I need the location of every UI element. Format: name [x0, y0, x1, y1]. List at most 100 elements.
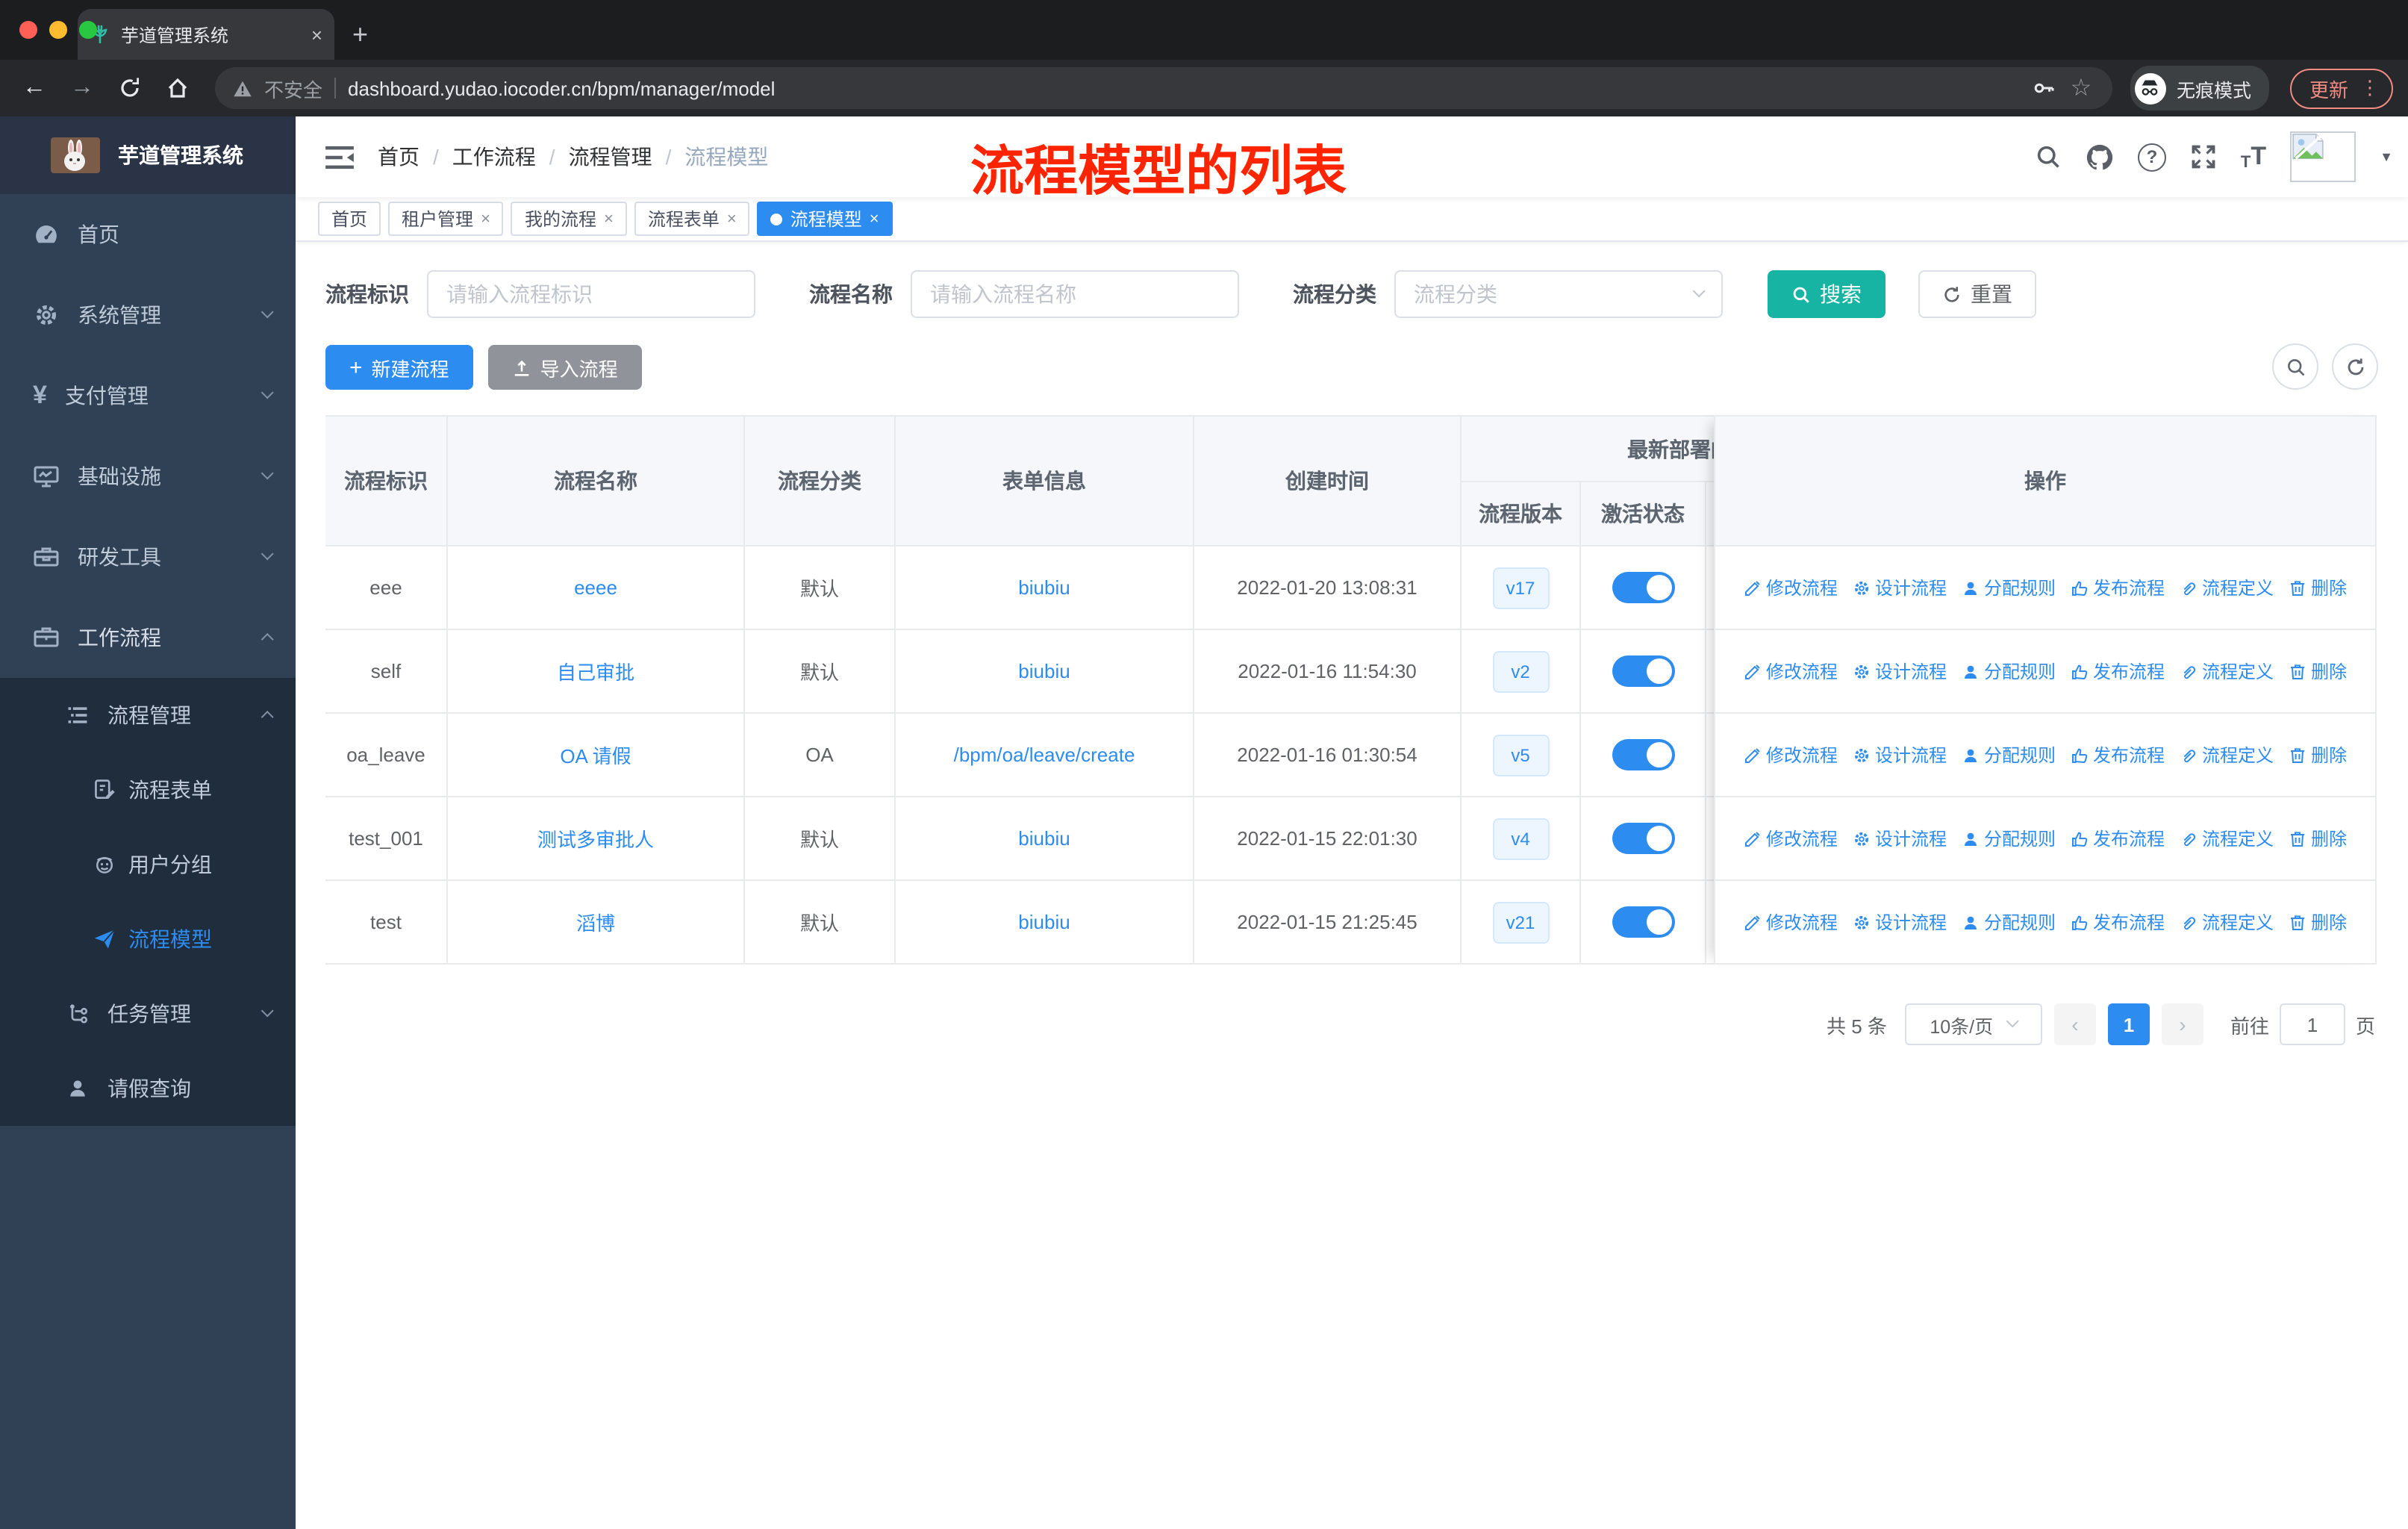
sidebar-item-process-form[interactable]: 流程表单: [0, 753, 296, 827]
form-info-link[interactable]: /bpm/oa/leave/create: [954, 744, 1135, 766]
design-process-link[interactable]: 设计流程: [1853, 826, 1947, 851]
tag-process-model-active[interactable]: 流程模型 ×: [757, 202, 893, 236]
process-definition-link[interactable]: 流程定义: [2180, 742, 2274, 767]
active-toggle[interactable]: [1612, 655, 1674, 687]
delete-link[interactable]: 删除: [2289, 826, 2347, 851]
delete-link[interactable]: 删除: [2289, 909, 2347, 935]
import-process-button[interactable]: 导入流程: [487, 345, 642, 390]
edit-process-link[interactable]: 修改流程: [1744, 658, 1838, 684]
edit-process-link[interactable]: 修改流程: [1744, 742, 1838, 767]
edit-process-link[interactable]: 修改流程: [1744, 826, 1838, 851]
fullscreen-icon[interactable]: [2190, 143, 2217, 170]
avatar[interactable]: [2290, 131, 2356, 182]
process-definition-link[interactable]: 流程定义: [2180, 658, 2274, 684]
process-definition-link[interactable]: 流程定义: [2180, 909, 2274, 935]
close-window-button[interactable]: [19, 21, 37, 39]
edit-process-link[interactable]: 修改流程: [1744, 575, 1838, 600]
design-process-link[interactable]: 设计流程: [1853, 742, 1947, 767]
tag-tenant[interactable]: 租户管理 ×: [388, 202, 504, 236]
url-text[interactable]: dashboard.yudao.iocoder.cn/bpm/manager/m…: [348, 77, 2020, 99]
sidebar-item-process-model[interactable]: 流程模型: [0, 902, 296, 977]
github-icon[interactable]: [2086, 143, 2114, 171]
publish-process-link[interactable]: 发布流程: [2071, 658, 2165, 684]
active-toggle[interactable]: [1612, 823, 1674, 854]
update-label[interactable]: 更新: [2309, 74, 2348, 102]
current-page-button[interactable]: 1: [2107, 1003, 2150, 1045]
key-icon[interactable]: [2032, 76, 2056, 100]
close-icon[interactable]: ×: [870, 210, 879, 228]
process-key-input[interactable]: [427, 270, 755, 318]
sidebar-item-infra[interactable]: 基础设施: [0, 436, 296, 517]
delete-link[interactable]: 删除: [2289, 742, 2347, 767]
sidebar-item-payment[interactable]: ¥ 支付管理: [0, 355, 296, 436]
search-button[interactable]: 搜索: [1768, 270, 1885, 318]
process-name-link[interactable]: OA 请假: [560, 741, 631, 769]
avatar-caret-icon[interactable]: ▼: [2380, 149, 2393, 164]
design-process-link[interactable]: 设计流程: [1853, 909, 1947, 935]
help-icon[interactable]: ?: [2137, 143, 2166, 171]
next-page-button[interactable]: ›: [2161, 1003, 2203, 1045]
process-name-link[interactable]: 自己审批: [557, 657, 634, 685]
tag-home[interactable]: 首页: [318, 202, 381, 236]
assign-rule-link[interactable]: 分配规则: [1962, 909, 2056, 935]
breadcrumb-item[interactable]: 工作流程: [452, 142, 536, 172]
design-process-link[interactable]: 设计流程: [1853, 575, 1947, 600]
publish-process-link[interactable]: 发布流程: [2071, 742, 2165, 767]
security-label[interactable]: 不安全: [264, 74, 322, 102]
delete-link[interactable]: 删除: [2289, 575, 2347, 600]
sidebar-item-system[interactable]: 系统管理: [0, 275, 296, 355]
assign-rule-link[interactable]: 分配规则: [1962, 826, 2056, 851]
delete-link[interactable]: 删除: [2289, 658, 2347, 684]
design-process-link[interactable]: 设计流程: [1853, 658, 1947, 684]
sidebar-logo-row[interactable]: 芋道管理系统: [0, 116, 296, 194]
browser-tab[interactable]: 芋道管理系统 ×: [78, 9, 334, 60]
tag-process-form[interactable]: 流程表单 ×: [634, 202, 750, 236]
assign-rule-link[interactable]: 分配规则: [1962, 575, 2056, 600]
close-icon[interactable]: ×: [604, 210, 614, 228]
publish-process-link[interactable]: 发布流程: [2071, 909, 2165, 935]
process-definition-link[interactable]: 流程定义: [2180, 826, 2274, 851]
toggle-search-icon[interactable]: [2272, 343, 2318, 390]
category-select[interactable]: 流程分类: [1394, 270, 1723, 318]
browser-menu-icon[interactable]: ⋮: [2360, 76, 2380, 100]
font-size-icon[interactable]: TT: [2241, 142, 2266, 172]
address-bar[interactable]: 不安全 dashboard.yudao.iocoder.cn/bpm/manag…: [215, 67, 2112, 109]
process-name-input[interactable]: [911, 270, 1239, 318]
maximize-window-button[interactable]: [79, 21, 97, 39]
sidebar-item-process-mgmt[interactable]: 流程管理: [0, 678, 296, 753]
tag-my-process[interactable]: 我的流程 ×: [511, 202, 627, 236]
close-icon[interactable]: ×: [727, 210, 737, 228]
refresh-icon[interactable]: [2332, 343, 2378, 390]
forward-icon[interactable]: →: [63, 69, 102, 108]
sidebar-item-workflow[interactable]: 工作流程: [0, 597, 296, 678]
active-toggle[interactable]: [1612, 572, 1674, 603]
form-info-link[interactable]: biubiu: [1018, 911, 1070, 933]
new-tab-button[interactable]: +: [352, 19, 368, 51]
sidebar-item-home[interactable]: 首页: [0, 194, 296, 275]
bookmark-star-icon[interactable]: ☆: [2068, 69, 2094, 108]
browser-update-button[interactable]: 更新 ⋮: [2289, 68, 2393, 108]
close-icon[interactable]: ×: [481, 210, 490, 228]
search-icon[interactable]: [2035, 143, 2062, 170]
goto-page-input[interactable]: [2279, 1003, 2345, 1045]
back-icon[interactable]: ←: [15, 69, 54, 108]
assign-rule-link[interactable]: 分配规则: [1962, 658, 2056, 684]
form-info-link[interactable]: biubiu: [1018, 827, 1070, 850]
form-info-link[interactable]: biubiu: [1018, 660, 1070, 682]
reload-icon[interactable]: [110, 69, 149, 108]
sidebar-item-devtools[interactable]: 研发工具: [0, 517, 296, 597]
page-size-select[interactable]: 10条/页: [1904, 1003, 2042, 1045]
sidebar-item-task-mgmt[interactable]: 任务管理: [0, 977, 296, 1051]
process-name-link[interactable]: 测试多审批人: [537, 824, 654, 853]
sidebar-item-user-group[interactable]: 用户分组: [0, 827, 296, 902]
edit-process-link[interactable]: 修改流程: [1744, 909, 1838, 935]
create-process-button[interactable]: + 新建流程: [325, 345, 473, 390]
publish-process-link[interactable]: 发布流程: [2071, 826, 2165, 851]
hamburger-icon[interactable]: [311, 144, 369, 169]
breadcrumb-item[interactable]: 首页: [378, 142, 419, 172]
active-toggle[interactable]: [1612, 906, 1674, 938]
sidebar-item-leave-query[interactable]: 请假查询: [0, 1051, 296, 1126]
tab-close-icon[interactable]: ×: [311, 23, 322, 46]
minimize-window-button[interactable]: [49, 21, 67, 39]
home-icon[interactable]: [158, 69, 197, 108]
